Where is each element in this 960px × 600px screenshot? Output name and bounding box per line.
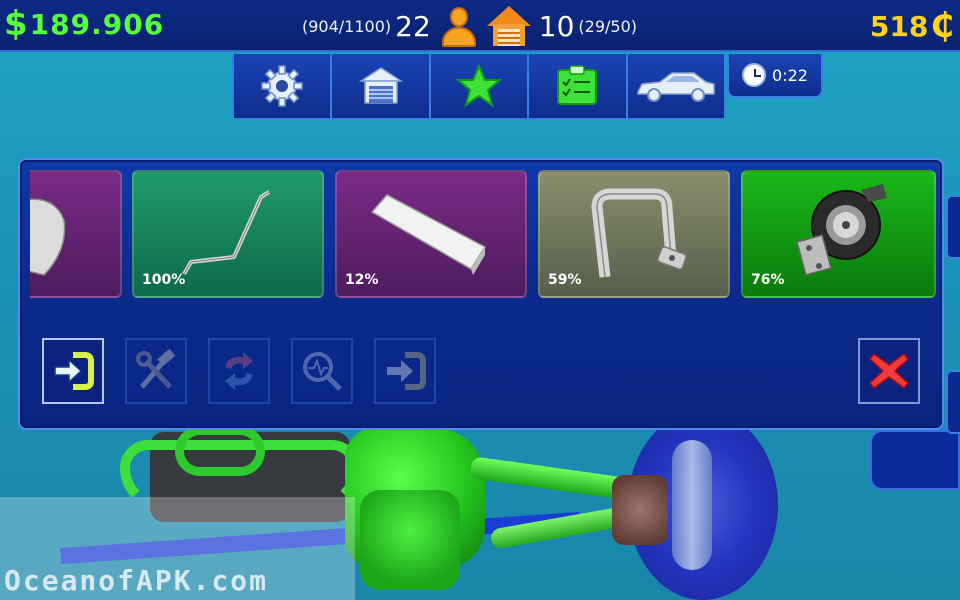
part-card-partial[interactable] <box>30 170 122 298</box>
timer-display: 0:22 <box>727 54 823 98</box>
clipboard-icon <box>557 65 598 105</box>
close-icon <box>868 352 910 390</box>
player-stats: (904/1100) 22 10 (29/50) <box>302 4 637 48</box>
tab-favorites[interactable] <box>430 54 530 118</box>
gear-icon <box>261 65 303 107</box>
part-condition: 76% <box>751 272 785 288</box>
dollar-icon: $ <box>4 4 28 44</box>
xp-progress: (904/1100) <box>302 16 392 36</box>
part-condition: 59% <box>548 272 582 288</box>
main-tab-bar <box>232 54 726 120</box>
part-condition: 100% <box>142 272 186 288</box>
close-button[interactable] <box>858 338 920 404</box>
swap-icon <box>225 352 253 390</box>
tab-settings[interactable] <box>234 54 333 118</box>
part-condition: 12% <box>345 272 379 288</box>
garage-count: 10 <box>538 9 575 43</box>
coin-icon: ₵ <box>930 6 954 46</box>
part-card-pipe[interactable]: 59% <box>538 170 730 298</box>
pipe-part-icon <box>591 188 687 278</box>
side-scroll-tab-upper[interactable] <box>946 195 960 259</box>
coins-value: 518 <box>869 9 929 43</box>
part-card-bar[interactable]: 12% <box>335 170 527 298</box>
wheel-hub <box>612 475 668 545</box>
player-icon <box>439 5 479 47</box>
move-icon <box>387 352 426 390</box>
money-display: $ 189.906 <box>4 6 164 42</box>
tab-tasks[interactable] <box>529 54 628 118</box>
watermark: OceanofAPK.com <box>4 564 269 597</box>
partial-part-icon <box>30 198 66 276</box>
player-level: 22 <box>395 9 431 43</box>
install-button[interactable] <box>42 338 104 404</box>
timer-value: 0:22 <box>772 65 808 85</box>
coins-display: 518 ₵ <box>870 6 954 46</box>
garage-capacity: (29/50) <box>578 16 638 36</box>
parts-carousel[interactable]: 100% 12% 59% 76% <box>30 170 936 300</box>
part-card-rod[interactable]: 100% <box>132 170 324 298</box>
rod-part-icon <box>182 190 271 276</box>
transmission-part <box>360 490 460 590</box>
bar-part-icon <box>370 194 487 275</box>
garage-icon <box>358 67 404 104</box>
swap-button[interactable] <box>208 338 270 404</box>
garage-capacity-icon <box>486 4 531 48</box>
inspect-icon <box>303 352 342 391</box>
repair-button[interactable] <box>125 338 187 404</box>
tab-cars[interactable] <box>627 54 725 118</box>
inspect-button[interactable] <box>291 338 353 404</box>
repair-tools-icon <box>136 349 176 389</box>
tab-garage[interactable] <box>332 54 431 118</box>
star-icon <box>456 64 503 108</box>
move-button[interactable] <box>374 338 436 404</box>
money-value: 189.906 <box>29 7 165 41</box>
side-panel-edge <box>870 430 960 490</box>
brake-disc <box>672 440 712 570</box>
exhaust-pipe <box>175 426 265 476</box>
hud-bar: $ 189.906 (904/1100) 22 10 (29/50) 518 ₵ <box>0 0 960 52</box>
clock-icon <box>742 63 767 87</box>
install-icon <box>54 352 94 390</box>
parts-panel: 100% 12% 59% 76% <box>18 158 944 430</box>
part-card-turbo[interactable]: 76% <box>741 170 936 298</box>
turbo-part-icon <box>796 184 887 276</box>
car-icon <box>637 72 715 102</box>
side-scroll-tab-lower[interactable] <box>946 370 960 434</box>
